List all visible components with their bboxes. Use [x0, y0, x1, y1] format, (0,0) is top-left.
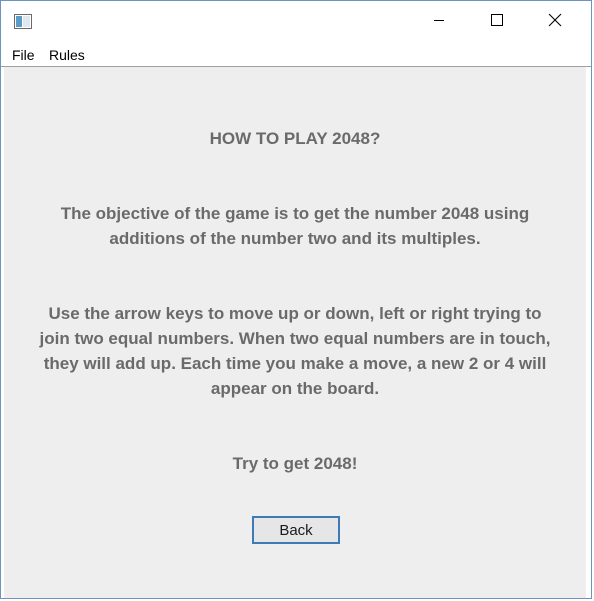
- close-icon: [548, 13, 562, 32]
- app-window: File Rules HOW TO PLAY 2048? The objecti…: [0, 0, 592, 599]
- maximize-button[interactable]: [468, 1, 526, 43]
- rules-objective-text: The objective of the game is to get the …: [4, 201, 586, 251]
- rules-instructions-text: Use the arrow keys to move up or down, l…: [4, 301, 586, 401]
- rules-heading: HOW TO PLAY 2048?: [209, 129, 381, 148]
- objective-text: The objective of the game is to get the …: [60, 204, 530, 248]
- title-bar[interactable]: [1, 1, 591, 43]
- instructions-text: Use the arrow keys to move up or down, l…: [39, 304, 551, 398]
- rules-panel: HOW TO PLAY 2048? The objective of the g…: [4, 67, 586, 592]
- window-bottom-edge: [4, 592, 586, 598]
- app-window-icon: [14, 14, 32, 29]
- menu-bar: File Rules: [1, 43, 591, 67]
- minimize-icon: [433, 13, 445, 31]
- menu-file[interactable]: File: [11, 46, 36, 64]
- back-button[interactable]: Back: [252, 516, 340, 544]
- close-button[interactable]: [526, 1, 584, 43]
- menu-rules[interactable]: Rules: [48, 46, 86, 64]
- maximize-icon: [491, 13, 503, 31]
- rules-tagline: Try to get 2048!: [232, 454, 358, 473]
- minimize-button[interactable]: [410, 1, 468, 43]
